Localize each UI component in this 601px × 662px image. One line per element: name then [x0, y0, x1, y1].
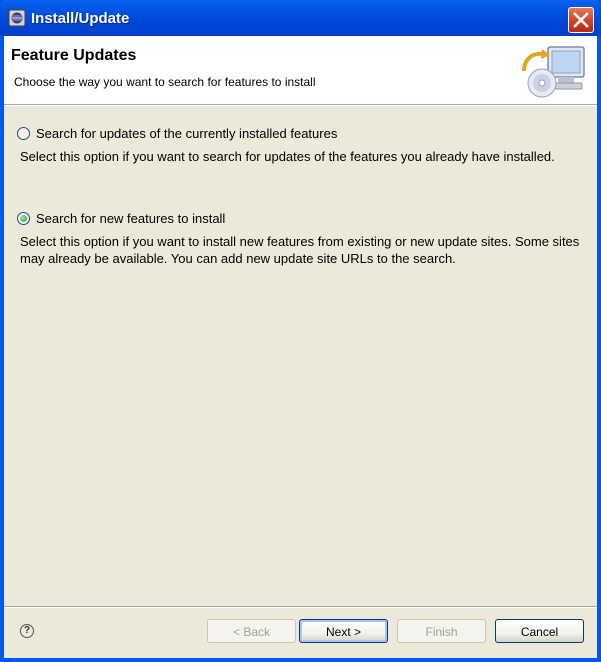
window-title: Install/Update: [31, 10, 130, 27]
close-icon: [573, 12, 589, 28]
option-search-new-features-label[interactable]: Search for new features to install: [36, 211, 225, 226]
back-button[interactable]: < Back: [207, 619, 296, 643]
install-update-window: Install/Update Feature Updates Choose th…: [0, 0, 601, 662]
next-button[interactable]: Next >: [299, 619, 388, 643]
page-title: Feature Updates: [11, 47, 137, 64]
close-button[interactable]: [568, 7, 594, 33]
option-search-new-features[interactable]: Search for new features to install: [17, 209, 225, 227]
eclipse-app-icon: [8, 9, 26, 27]
finish-button[interactable]: Finish: [397, 619, 486, 643]
page-description: Choose the way you want to search for fe…: [14, 75, 316, 89]
radio-search-updates[interactable]: [17, 126, 30, 140]
radio-search-new-features[interactable]: [17, 211, 30, 225]
help-icon[interactable]: ?: [20, 624, 34, 638]
option-search-new-features-description: Select this option if you want to instal…: [20, 234, 580, 266]
title-bar[interactable]: Install/Update: [0, 0, 601, 36]
option-search-updates-description: Select this option if you want to search…: [20, 149, 555, 164]
option-search-updates[interactable]: Search for updates of the currently inst…: [17, 124, 337, 142]
footer-divider-highlight: [4, 607, 597, 608]
update-computer-icon: [522, 46, 585, 98]
banner-divider-highlight: [4, 105, 597, 106]
wizard-banner: Feature Updates Choose the way you want …: [4, 36, 597, 104]
cancel-button[interactable]: Cancel: [495, 619, 584, 643]
dialog-content: Feature Updates Choose the way you want …: [4, 36, 597, 658]
option-search-updates-label[interactable]: Search for updates of the currently inst…: [36, 126, 337, 141]
